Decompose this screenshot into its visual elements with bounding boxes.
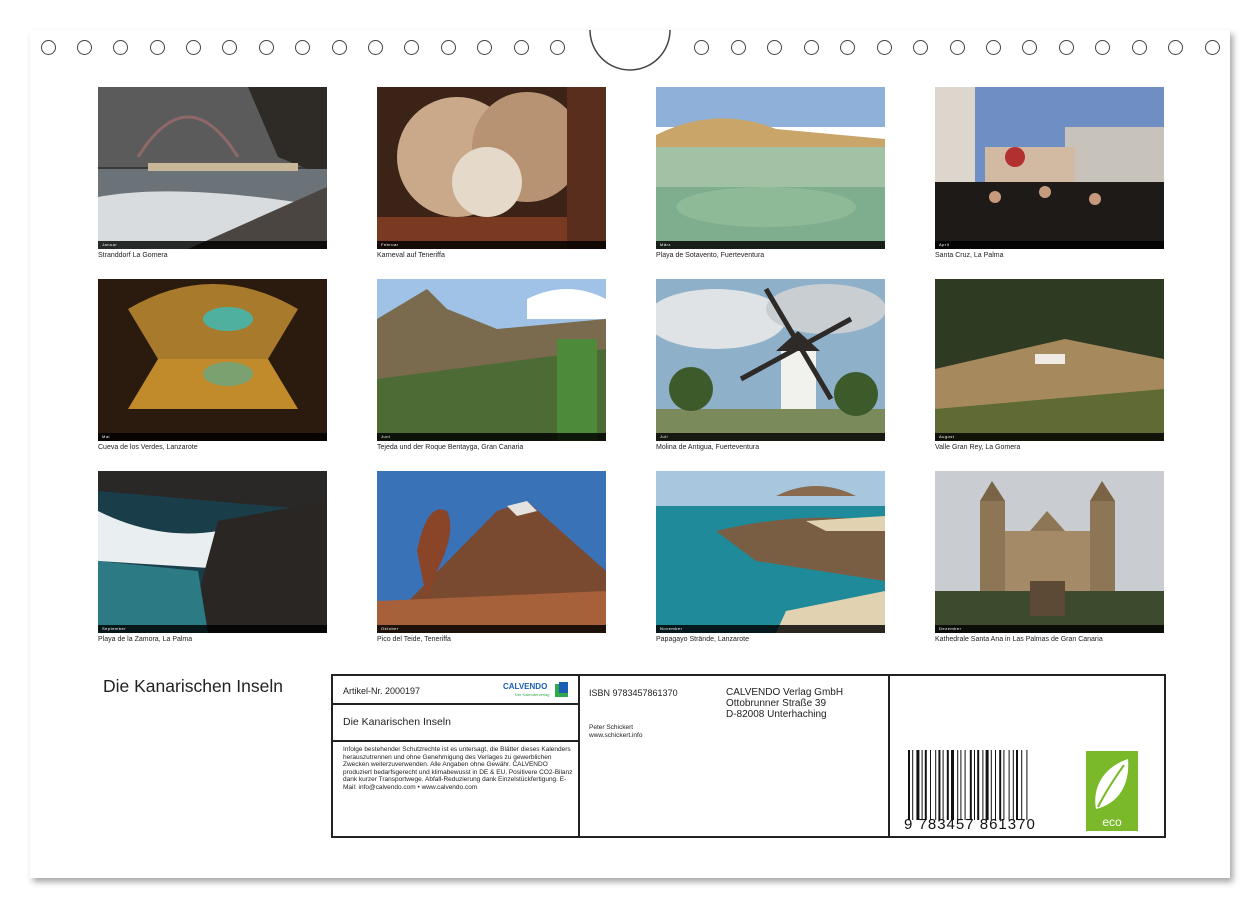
barcode-area: 9 783457 861370 eco: [890, 676, 1164, 836]
photo-caption: Cueva de los Verdes, Lanzarote: [98, 444, 198, 451]
article-number: Artikel-Nr. 2000197: [343, 686, 421, 696]
photo-image: Juni: [377, 279, 606, 441]
publisher-street: Ottobrunner Straße 39: [726, 698, 827, 709]
photo-caption: Kathedrale Santa Ana in Las Palmas de Gr…: [935, 636, 1103, 643]
month-label: August: [939, 434, 955, 439]
publisher-city: D-82008 Unterhaching: [726, 709, 827, 720]
photo-image: Juli: [656, 279, 885, 441]
brand-subtitle: Der Kalenderverlag: [515, 692, 550, 697]
barcode-digits: 9 783457 861370: [904, 816, 1036, 833]
photo-image: Januar: [98, 87, 327, 249]
month-photo: November Papagayo Strände, Lanzarote: [656, 471, 886, 646]
month-label: September: [102, 626, 127, 631]
photo-image: Oktober: [377, 471, 606, 633]
month-strip: Januar: [98, 241, 327, 249]
month-photo: März Playa de Sotavento, Fuerteventura: [656, 87, 886, 262]
month-photo: Dezember Kathedrale Santa Ana in Las Palm…: [935, 471, 1165, 646]
photo-image: März: [656, 87, 885, 249]
month-strip: Juli: [656, 433, 885, 441]
photo-image: September: [98, 471, 327, 633]
month-photo: Mai Cueva de los Verdes, Lanzarote: [98, 279, 328, 454]
month-strip: September: [98, 625, 327, 633]
month-strip: Oktober: [377, 625, 606, 633]
product-title: Die Kanarischen Inseln: [343, 716, 451, 728]
month-strip: Dezember: [935, 625, 1164, 633]
month-label: Juni: [381, 434, 391, 439]
photo-image: April: [935, 87, 1164, 249]
calvendo-logo: CALVENDO Der Kalenderverlag: [503, 681, 571, 701]
photo-caption: Molina de Antigua, Fuerteventura: [656, 444, 760, 451]
month-strip: April: [935, 241, 1164, 249]
photo-caption: Tejeda und der Roque Bentayga, Gran Cana…: [377, 444, 524, 451]
month-photo: Januar Stranddorf La Gomera: [98, 87, 328, 262]
month-strip: März: [656, 241, 885, 249]
photo-image: Dezember: [935, 471, 1164, 633]
month-label: März: [660, 242, 671, 247]
month-label: November: [660, 626, 683, 631]
eco-leaf-icon: eco: [1086, 751, 1138, 831]
photo-image: November: [656, 471, 885, 633]
month-strip: November: [656, 625, 885, 633]
month-photo: Februar Karneval auf Teneriffa: [377, 87, 607, 262]
photo-caption: Santa Cruz, La Palma: [935, 252, 1004, 259]
eco-label: eco: [1102, 815, 1122, 829]
photo-image: Februar: [377, 87, 606, 249]
brand-name: CALVENDO: [503, 682, 548, 691]
isbn: ISBN 9783457861370: [589, 688, 678, 698]
photo-caption: Playa de la Zamora, La Palma: [98, 636, 193, 643]
author-website: www.schickert.info: [589, 731, 643, 739]
month-strip: Februar: [377, 241, 606, 249]
month-label: Juli: [660, 434, 669, 439]
publisher-name: CALVENDO Verlag GmbH: [726, 687, 844, 698]
month-label: Mai: [102, 434, 110, 439]
month-label: Oktober: [381, 626, 399, 631]
calendar-title: Die Kanarischen Inseln: [103, 676, 283, 696]
month-photo: Juli Molina de Antigua, Fuerteventura: [656, 279, 886, 454]
photo-image: Mai: [98, 279, 327, 441]
month-strip: August: [935, 433, 1164, 441]
month-photo: Oktober Pico del Teide, Teneriffa: [377, 471, 607, 646]
publisher-address: CALVENDO Verlag GmbH Ottobrunner Straße …: [726, 687, 843, 720]
legal-text: Infolge bestehender Schutzrechte ist es …: [343, 746, 573, 791]
photo-caption: Karneval auf Teneriffa: [377, 252, 445, 259]
author-name: Peter Schickert: [589, 724, 634, 731]
month-photo: August Valle Gran Rey, La Gomera: [935, 279, 1165, 454]
month-label: April: [939, 242, 950, 247]
photo-image: August: [935, 279, 1164, 441]
product-info-box: Artikel-Nr. 2000197 CALVENDO Der Kalende…: [331, 674, 1166, 838]
month-label: Februar: [381, 242, 399, 247]
month-strip: Juni: [377, 433, 606, 441]
month-photo: Juni Tejeda und der Roque Bentayga, Gran …: [377, 279, 607, 454]
photo-caption: Papagayo Strände, Lanzarote: [656, 636, 750, 643]
calendar-logo-icon: [555, 682, 568, 697]
month-strip: Mai: [98, 433, 327, 441]
month-photo: April Santa Cruz, La Palma: [935, 87, 1165, 262]
photo-caption: Valle Gran Rey, La Gomera: [935, 444, 1021, 451]
author-info: Peter Schickert www.schickert.info: [589, 724, 642, 739]
month-label: Dezember: [939, 626, 962, 631]
photo-caption: Stranddorf La Gomera: [98, 252, 168, 259]
photo-caption: Pico del Teide, Teneriffa: [377, 636, 451, 643]
month-label: Januar: [102, 242, 118, 247]
photo-caption: Playa de Sotavento, Fuerteventura: [656, 252, 765, 259]
month-photo: September Playa de la Zamora, La Palma: [98, 471, 328, 646]
